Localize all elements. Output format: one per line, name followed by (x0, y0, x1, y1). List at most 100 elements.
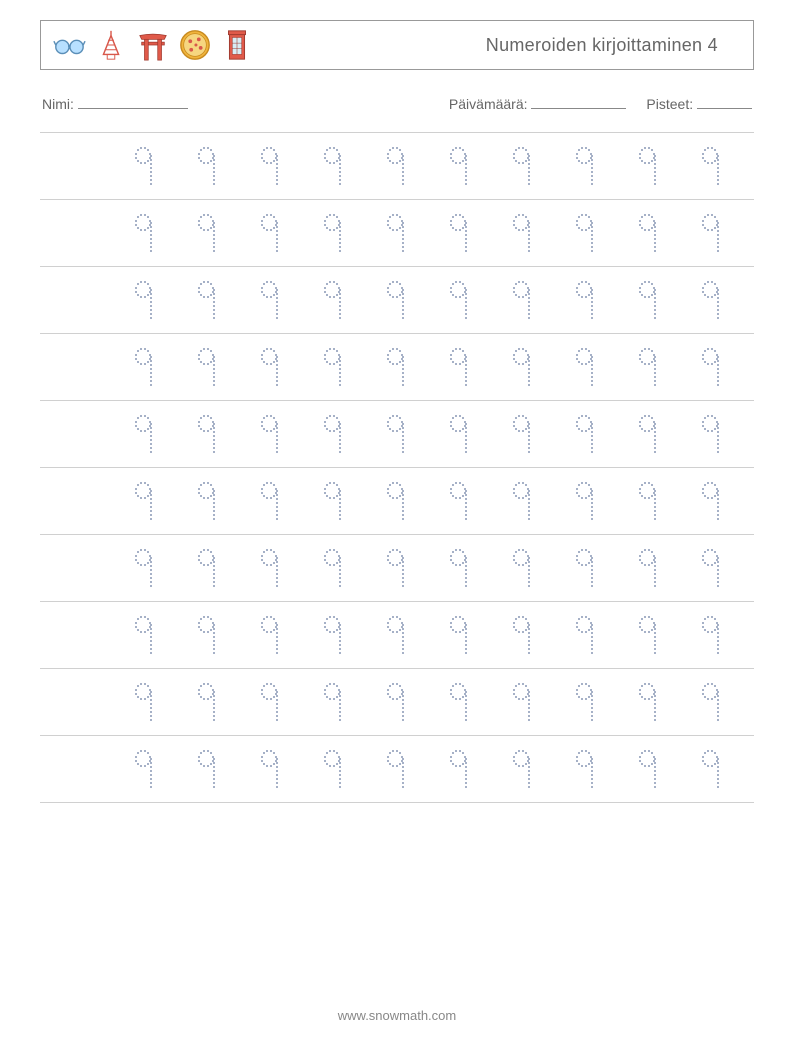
practice-cell (112, 680, 175, 724)
practice-cell (364, 211, 427, 255)
practice-cell (616, 345, 679, 389)
traced-digit-icon (571, 144, 599, 188)
date-blank (531, 95, 626, 109)
traced-digit-icon (382, 479, 410, 523)
practice-cell (616, 278, 679, 322)
score-blank (697, 95, 752, 109)
practice-cell (301, 144, 364, 188)
traced-digit-icon (256, 211, 284, 255)
practice-cell (427, 613, 490, 657)
practice-cell (679, 613, 742, 657)
traced-digit-icon (319, 747, 347, 791)
practice-cell (238, 613, 301, 657)
traced-digit-icon (634, 345, 662, 389)
glasses-icon (51, 27, 87, 63)
practice-cell (364, 613, 427, 657)
practice-cell (553, 412, 616, 456)
practice-cell (679, 747, 742, 791)
traced-digit-icon (130, 211, 158, 255)
traced-digit-icon (571, 345, 599, 389)
practice-cell (301, 680, 364, 724)
footer: www.snowmath.com (0, 1008, 794, 1023)
torii-gate-icon (135, 27, 171, 63)
practice-row (40, 133, 754, 200)
practice-cell (364, 345, 427, 389)
practice-cell (427, 211, 490, 255)
name-label: Nimi: (42, 96, 74, 112)
practice-cell (427, 546, 490, 590)
traced-digit-icon (697, 747, 725, 791)
traced-digit-icon (697, 613, 725, 657)
practice-cell (616, 680, 679, 724)
traced-digit-icon (193, 613, 221, 657)
traced-digit-icon (256, 680, 284, 724)
traced-digit-icon (319, 345, 347, 389)
practice-cell (490, 144, 553, 188)
practice-cell (175, 613, 238, 657)
traced-digit-icon (382, 278, 410, 322)
practice-cell (364, 144, 427, 188)
practice-cell (301, 747, 364, 791)
practice-cell (364, 278, 427, 322)
practice-cell (553, 211, 616, 255)
traced-digit-icon (571, 479, 599, 523)
name-blank (78, 95, 188, 109)
practice-cell (175, 412, 238, 456)
traced-digit-icon (130, 144, 158, 188)
traced-digit-icon (130, 613, 158, 657)
traced-digit-icon (256, 278, 284, 322)
practice-cell (427, 412, 490, 456)
practice-cell (553, 747, 616, 791)
practice-cell (553, 546, 616, 590)
traced-digit-icon (508, 211, 536, 255)
practice-row (40, 535, 754, 602)
practice-cell (112, 546, 175, 590)
traced-digit-icon (445, 278, 473, 322)
practice-cell (364, 412, 427, 456)
practice-cell (616, 546, 679, 590)
practice-cell (616, 613, 679, 657)
practice-cell (238, 211, 301, 255)
practice-cell (112, 747, 175, 791)
practice-cell (427, 345, 490, 389)
icons-row (51, 27, 255, 63)
traced-digit-icon (697, 144, 725, 188)
traced-digit-icon (130, 747, 158, 791)
practice-row (40, 736, 754, 803)
traced-digit-icon (445, 747, 473, 791)
traced-digit-icon (319, 211, 347, 255)
traced-digit-icon (319, 144, 347, 188)
practice-row (40, 468, 754, 535)
traced-digit-icon (193, 412, 221, 456)
practice-cell (679, 412, 742, 456)
traced-digit-icon (634, 144, 662, 188)
practice-cell (616, 479, 679, 523)
practice-cell (175, 144, 238, 188)
traced-digit-icon (193, 747, 221, 791)
traced-digit-icon (382, 345, 410, 389)
practice-cell (112, 613, 175, 657)
practice-row (40, 401, 754, 468)
practice-cell (679, 211, 742, 255)
practice-grid (40, 132, 754, 803)
traced-digit-icon (571, 278, 599, 322)
practice-cell (238, 412, 301, 456)
practice-cell (679, 680, 742, 724)
practice-row (40, 669, 754, 736)
practice-row (40, 200, 754, 267)
traced-digit-icon (634, 211, 662, 255)
practice-cell (490, 680, 553, 724)
traced-digit-icon (571, 211, 599, 255)
practice-cell (553, 680, 616, 724)
traced-digit-icon (193, 479, 221, 523)
traced-digit-icon (193, 680, 221, 724)
traced-digit-icon (697, 546, 725, 590)
traced-digit-icon (697, 345, 725, 389)
traced-digit-icon (130, 479, 158, 523)
practice-cell (238, 747, 301, 791)
practice-cell (175, 278, 238, 322)
practice-cell (679, 278, 742, 322)
practice-cell (616, 747, 679, 791)
practice-cell (364, 546, 427, 590)
traced-digit-icon (256, 546, 284, 590)
